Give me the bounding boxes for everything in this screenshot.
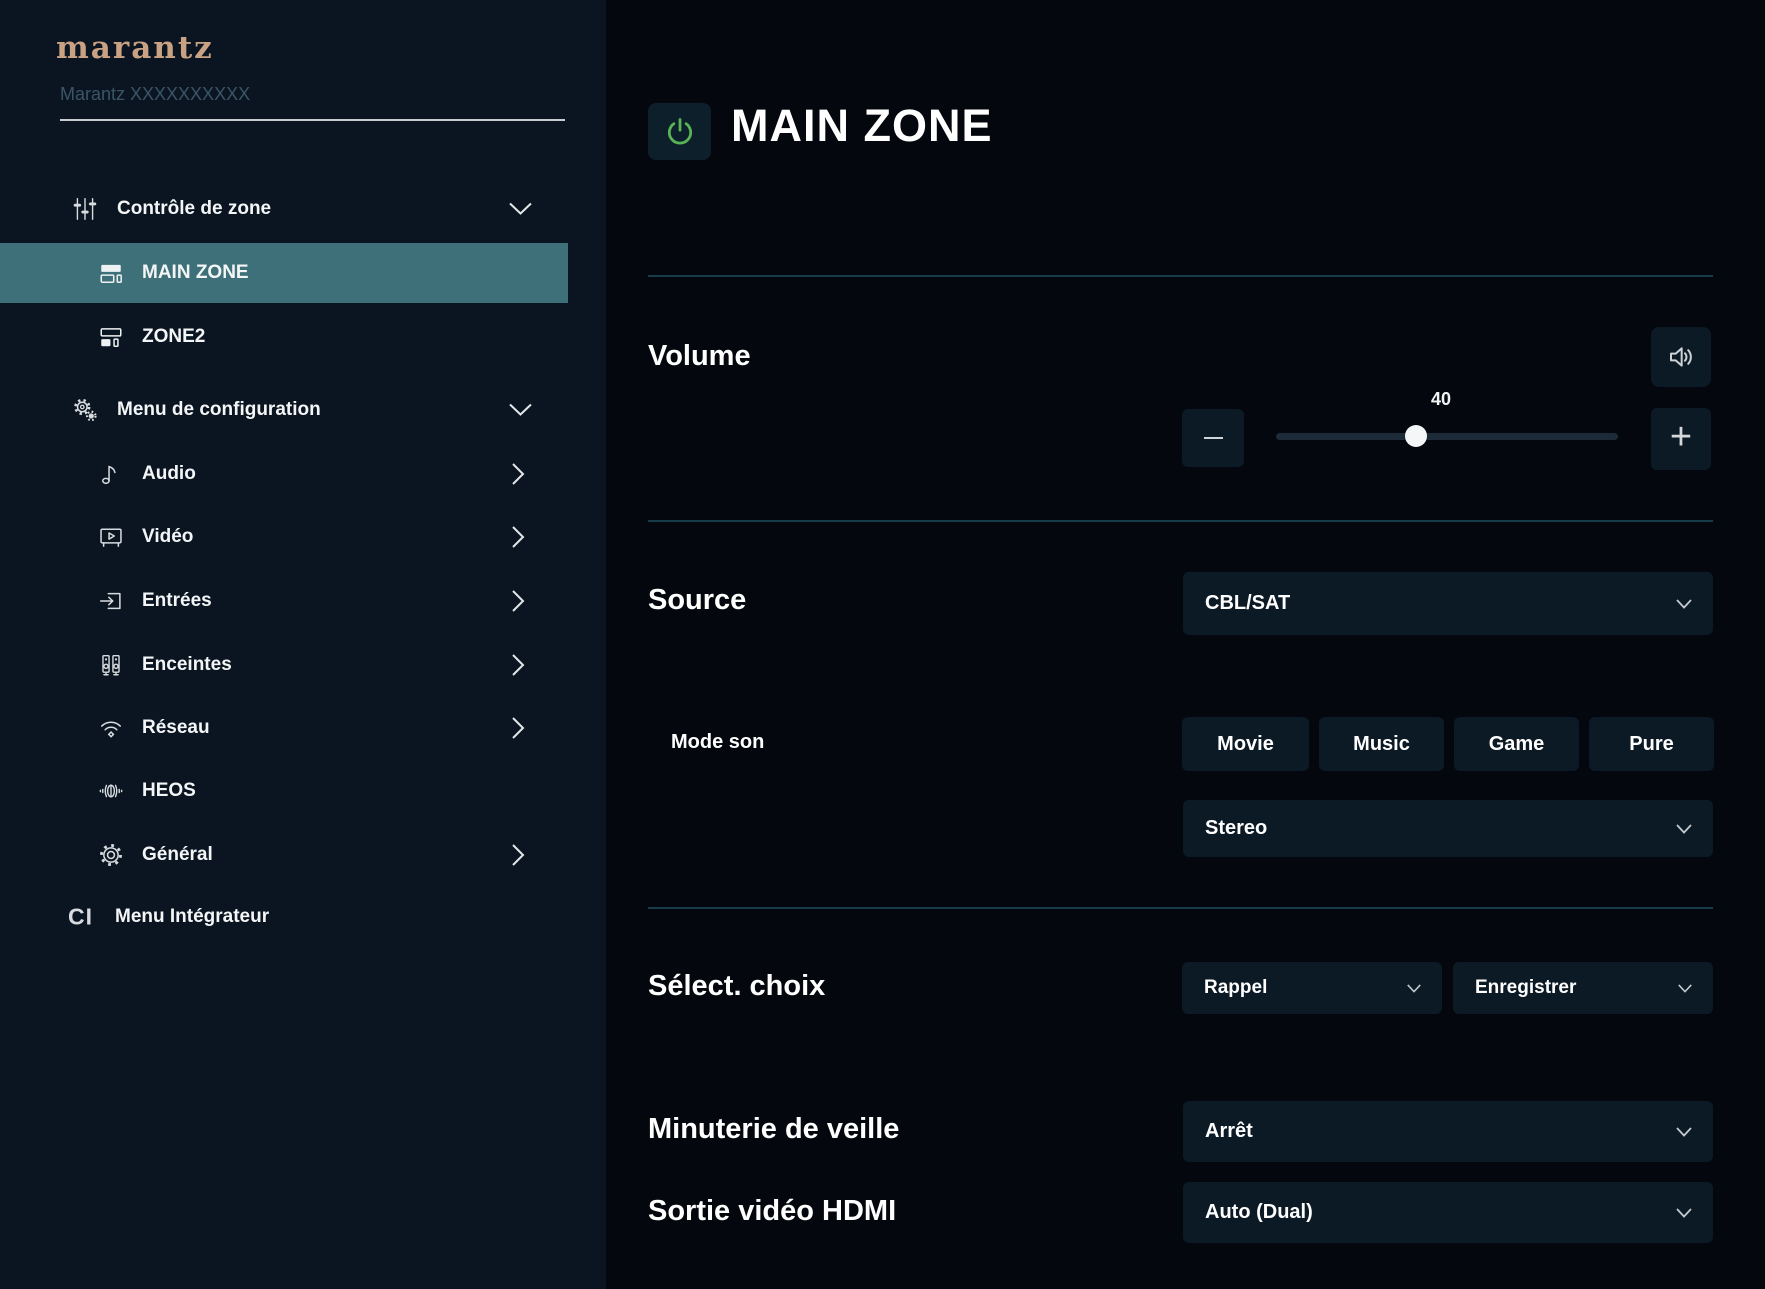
plus-icon: + bbox=[1670, 418, 1692, 456]
chevron-down-icon bbox=[1677, 983, 1693, 994]
sidebar-item-label: Vidéo bbox=[142, 526, 193, 548]
sidebar-item-main-zone[interactable]: MAIN ZONE bbox=[0, 243, 568, 303]
chevron-down-icon bbox=[1406, 983, 1422, 994]
sound-mode-pure-button[interactable]: Pure bbox=[1589, 717, 1714, 771]
section-divider bbox=[648, 907, 1713, 909]
chevron-down-icon bbox=[1675, 823, 1693, 835]
sound-mode-dropdown[interactable]: Stereo bbox=[1183, 800, 1713, 857]
main-zone-icon bbox=[98, 260, 124, 286]
chevron-right-icon bbox=[509, 652, 527, 679]
power-icon bbox=[664, 116, 696, 148]
speakers-icon bbox=[98, 652, 124, 678]
page-title: MAIN ZONE bbox=[731, 100, 993, 152]
speaker-icon bbox=[1665, 341, 1697, 373]
quick-select-save-dropdown[interactable]: Enregistrer bbox=[1453, 962, 1713, 1014]
sidebar-item-label: Enceintes bbox=[142, 654, 232, 676]
chevron-right-icon bbox=[509, 715, 527, 742]
sidebar-group-zone-control[interactable]: Contrôle de zone bbox=[0, 187, 606, 231]
quick-select-label: Sélect. choix bbox=[648, 970, 825, 1003]
volume-slider-thumb[interactable] bbox=[1405, 425, 1427, 447]
sidebar-item-label: Général bbox=[142, 844, 213, 866]
sidebar-item-label: ZONE2 bbox=[142, 326, 205, 348]
chevron-down-icon bbox=[1675, 1126, 1693, 1138]
dropdown-value: Enregistrer bbox=[1475, 977, 1576, 999]
sidebar-item-zone2[interactable]: ZONE2 bbox=[0, 315, 606, 359]
gear-icon bbox=[98, 842, 124, 868]
sidebar-item-audio[interactable]: Audio bbox=[0, 452, 606, 496]
sidebar-item-label: MAIN ZONE bbox=[142, 262, 249, 284]
brand-logo: marantz bbox=[56, 30, 214, 66]
zone2-icon bbox=[98, 324, 124, 350]
sleep-timer-dropdown[interactable]: Arrêt bbox=[1183, 1101, 1713, 1162]
sliders-icon bbox=[72, 196, 98, 222]
chevron-down-icon bbox=[507, 201, 534, 218]
sidebar-divider bbox=[60, 119, 565, 121]
dropdown-value: Auto (Dual) bbox=[1205, 1201, 1313, 1224]
sidebar-item-label: Entrées bbox=[142, 590, 212, 612]
volume-up-button[interactable]: + bbox=[1651, 408, 1711, 470]
section-divider bbox=[648, 275, 1713, 277]
sidebar-item-label: Réseau bbox=[142, 717, 210, 739]
sleep-timer-label: Minuterie de veille bbox=[648, 1113, 899, 1146]
music-note-icon bbox=[98, 461, 124, 487]
ci-icon: CI bbox=[68, 904, 93, 931]
sidebar-item-network[interactable]: Réseau bbox=[0, 706, 606, 750]
source-dropdown[interactable]: CBL/SAT bbox=[1183, 572, 1713, 635]
volume-slider-track[interactable] bbox=[1276, 433, 1618, 440]
minus-icon bbox=[1204, 437, 1223, 439]
dropdown-value: Stereo bbox=[1205, 817, 1267, 840]
dropdown-value: Arrêt bbox=[1205, 1120, 1253, 1143]
sidebar-item-inputs[interactable]: Entrées bbox=[0, 579, 606, 623]
heos-icon bbox=[98, 778, 124, 804]
sidebar-group-label: Contrôle de zone bbox=[117, 198, 271, 220]
wifi-icon bbox=[98, 715, 124, 741]
input-arrow-icon bbox=[98, 588, 124, 614]
sidebar-item-video[interactable]: Vidéo bbox=[0, 515, 606, 559]
tv-play-icon bbox=[98, 524, 124, 550]
gears-icon bbox=[72, 397, 98, 423]
volume-value: 40 bbox=[1412, 389, 1470, 410]
sidebar-item-speakers[interactable]: Enceintes bbox=[0, 643, 606, 687]
dropdown-value: Rappel bbox=[1204, 977, 1267, 999]
chevron-down-icon bbox=[1675, 1207, 1693, 1219]
chevron-right-icon bbox=[509, 524, 527, 551]
chevron-right-icon bbox=[509, 842, 527, 869]
model-name: Marantz XXXXXXXXXX bbox=[60, 84, 250, 105]
sidebar-item-heos[interactable]: HEOS bbox=[0, 769, 606, 813]
sidebar-group-config[interactable]: Menu de configuration bbox=[0, 388, 606, 432]
chevron-right-icon bbox=[509, 588, 527, 615]
sound-mode-movie-button[interactable]: Movie bbox=[1182, 717, 1309, 771]
quick-select-recall-dropdown[interactable]: Rappel bbox=[1182, 962, 1442, 1014]
sidebar-group-label: Menu de configuration bbox=[117, 399, 321, 421]
app-screen: marantz Marantz XXXXXXXXXX Contrôle de z… bbox=[0, 0, 1765, 1289]
power-button[interactable] bbox=[648, 103, 711, 160]
source-label: Source bbox=[648, 584, 746, 617]
chevron-down-icon bbox=[507, 402, 534, 419]
sound-mode-game-button[interactable]: Game bbox=[1454, 717, 1579, 771]
hdmi-output-label: Sortie vidéo HDMI bbox=[648, 1195, 896, 1228]
sidebar: marantz Marantz XXXXXXXXXX Contrôle de z… bbox=[0, 0, 606, 1289]
sound-mode-music-button[interactable]: Music bbox=[1319, 717, 1444, 771]
volume-down-button[interactable] bbox=[1182, 409, 1244, 467]
sidebar-item-label: Audio bbox=[142, 463, 196, 485]
sidebar-item-label: Menu Intégrateur bbox=[115, 906, 269, 928]
mute-button[interactable] bbox=[1651, 327, 1711, 387]
sidebar-item-integrator[interactable]: CI Menu Intégrateur bbox=[0, 895, 606, 939]
sidebar-item-general[interactable]: Général bbox=[0, 833, 606, 877]
chevron-down-icon bbox=[1675, 598, 1693, 610]
sidebar-item-label: HEOS bbox=[142, 780, 196, 802]
sound-mode-buttons: Movie Music Game Pure bbox=[1182, 717, 1714, 771]
dropdown-value: CBL/SAT bbox=[1205, 592, 1290, 615]
hdmi-output-dropdown[interactable]: Auto (Dual) bbox=[1183, 1182, 1713, 1243]
volume-label: Volume bbox=[648, 340, 751, 373]
section-divider bbox=[648, 520, 1713, 522]
chevron-right-icon bbox=[509, 461, 527, 488]
sound-mode-label: Mode son bbox=[671, 731, 764, 754]
